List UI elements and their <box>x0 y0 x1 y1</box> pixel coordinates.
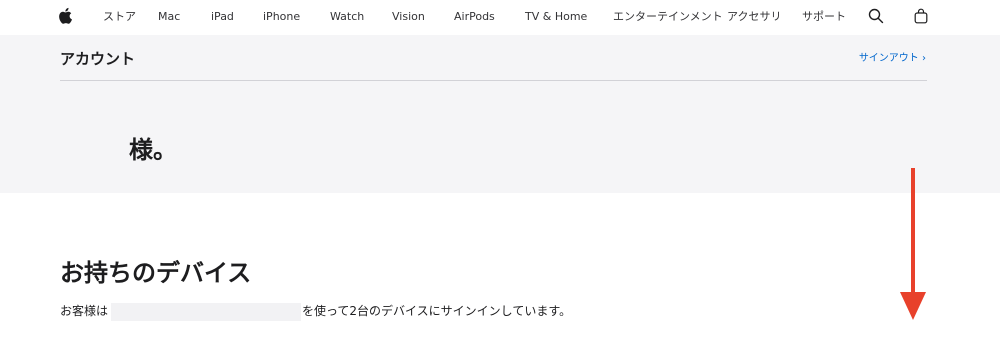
header-divider <box>60 80 927 81</box>
nav-item-support[interactable]: サポート <box>802 10 846 24</box>
redacted-apple-id <box>111 303 301 321</box>
devices-section-title: お持ちのデバイス <box>60 259 252 287</box>
nav-item-watch[interactable]: Watch <box>330 10 364 24</box>
search-icon[interactable] <box>868 8 884 26</box>
nav-item-ipad[interactable]: iPad <box>211 10 234 24</box>
devices-description-suffix: を使って2台のデバイスにサインインしています。 <box>302 304 572 318</box>
signout-link[interactable]: サインアウト › <box>859 52 926 66</box>
nav-item-accessories[interactable]: アクセサリ <box>727 10 781 24</box>
devices-description-prefix: お客様は <box>60 304 109 318</box>
global-nav: ストア Mac iPad iPhone Watch Vision AirPods… <box>0 0 1000 35</box>
greeting-title: 様。 <box>129 136 177 164</box>
nav-item-iphone[interactable]: iPhone <box>263 10 300 24</box>
account-header <box>0 35 1000 193</box>
nav-item-airpods[interactable]: AirPods <box>454 10 495 24</box>
nav-item-store[interactable]: ストア <box>103 10 136 24</box>
nav-item-tv-home[interactable]: TV & Home <box>525 10 587 24</box>
account-title: アカウント <box>60 50 136 68</box>
apple-logo-icon[interactable] <box>58 7 74 25</box>
devices-description: お客様は を使って2台のデバイスにサインインしています。 <box>60 302 571 321</box>
nav-item-entertainment[interactable]: エンターテインメント <box>613 10 723 24</box>
nav-item-mac[interactable]: Mac <box>158 10 180 24</box>
scroll-down-arrow-icon <box>898 166 928 322</box>
nav-item-vision[interactable]: Vision <box>392 10 425 24</box>
bag-icon[interactable] <box>914 8 930 26</box>
